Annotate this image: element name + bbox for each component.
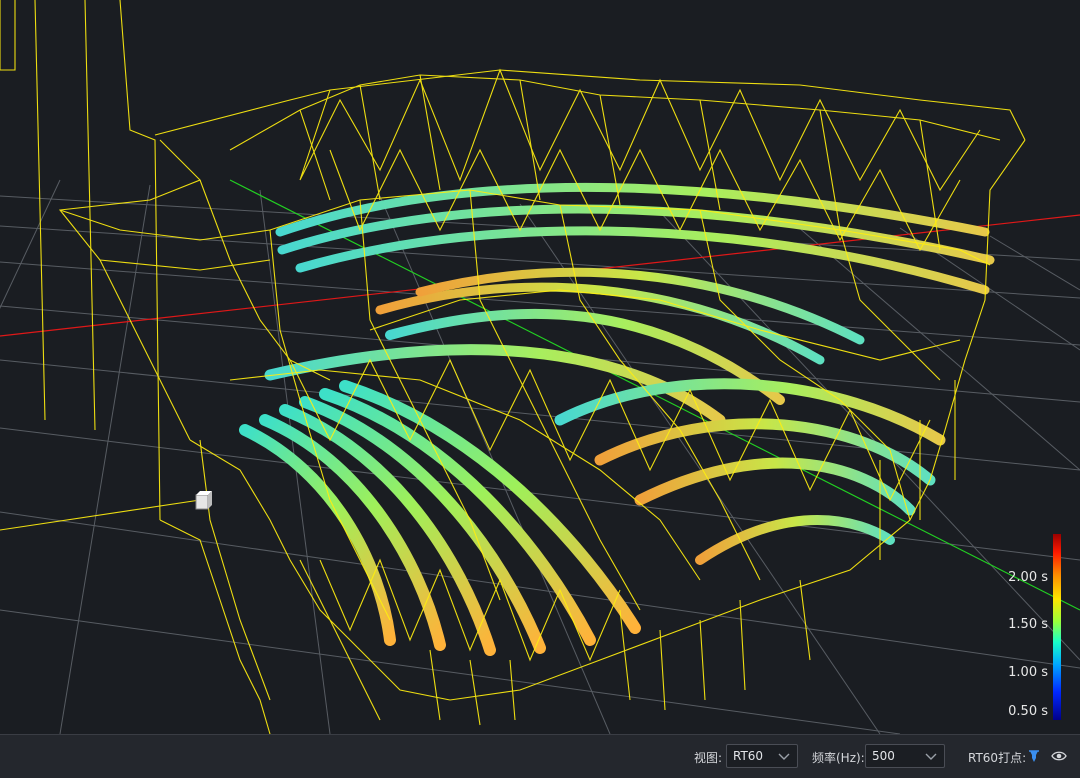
view-label: 视图: xyxy=(694,751,723,765)
legend-tick-0-50: 0.50 s xyxy=(1008,704,1048,719)
pin-icon[interactable] xyxy=(1026,748,1042,764)
app-window: 2.00 s 1.50 s 1.00 s 0.50 s 视图: RT60 频率(… xyxy=(0,0,1080,778)
view-select[interactable]: RT60 xyxy=(726,744,798,768)
legend-tick-2-00: 2.00 s xyxy=(1008,570,1048,585)
chevron-down-icon xyxy=(925,753,937,760)
chevron-down-icon xyxy=(778,753,790,760)
source-cube-marker[interactable] xyxy=(195,491,212,510)
frequency-select[interactable]: 500 xyxy=(865,744,945,768)
frequency-select-value: 500 xyxy=(872,749,895,763)
hall-wireframe xyxy=(0,0,1026,734)
rt60-points-label: RT60打点: xyxy=(968,751,1027,765)
bottom-toolbar: 视图: RT60 频率(Hz): 500 RT60打点: xyxy=(0,734,1080,778)
main-floor-seating xyxy=(239,267,946,656)
3d-viewport[interactable]: 2.00 s 1.50 s 1.00 s 0.50 s xyxy=(0,0,1080,734)
rt60-color-legend: 2.00 s 1.50 s 1.00 s 0.50 s xyxy=(1000,530,1080,720)
view-select-value: RT60 xyxy=(733,749,764,763)
legend-tick-1-50: 1.50 s xyxy=(1008,617,1048,632)
color-scale-bar xyxy=(1053,534,1061,720)
eye-icon[interactable] xyxy=(1051,748,1067,764)
frequency-label: 频率(Hz): xyxy=(812,751,865,765)
legend-tick-1-00: 1.00 s xyxy=(1008,665,1048,680)
